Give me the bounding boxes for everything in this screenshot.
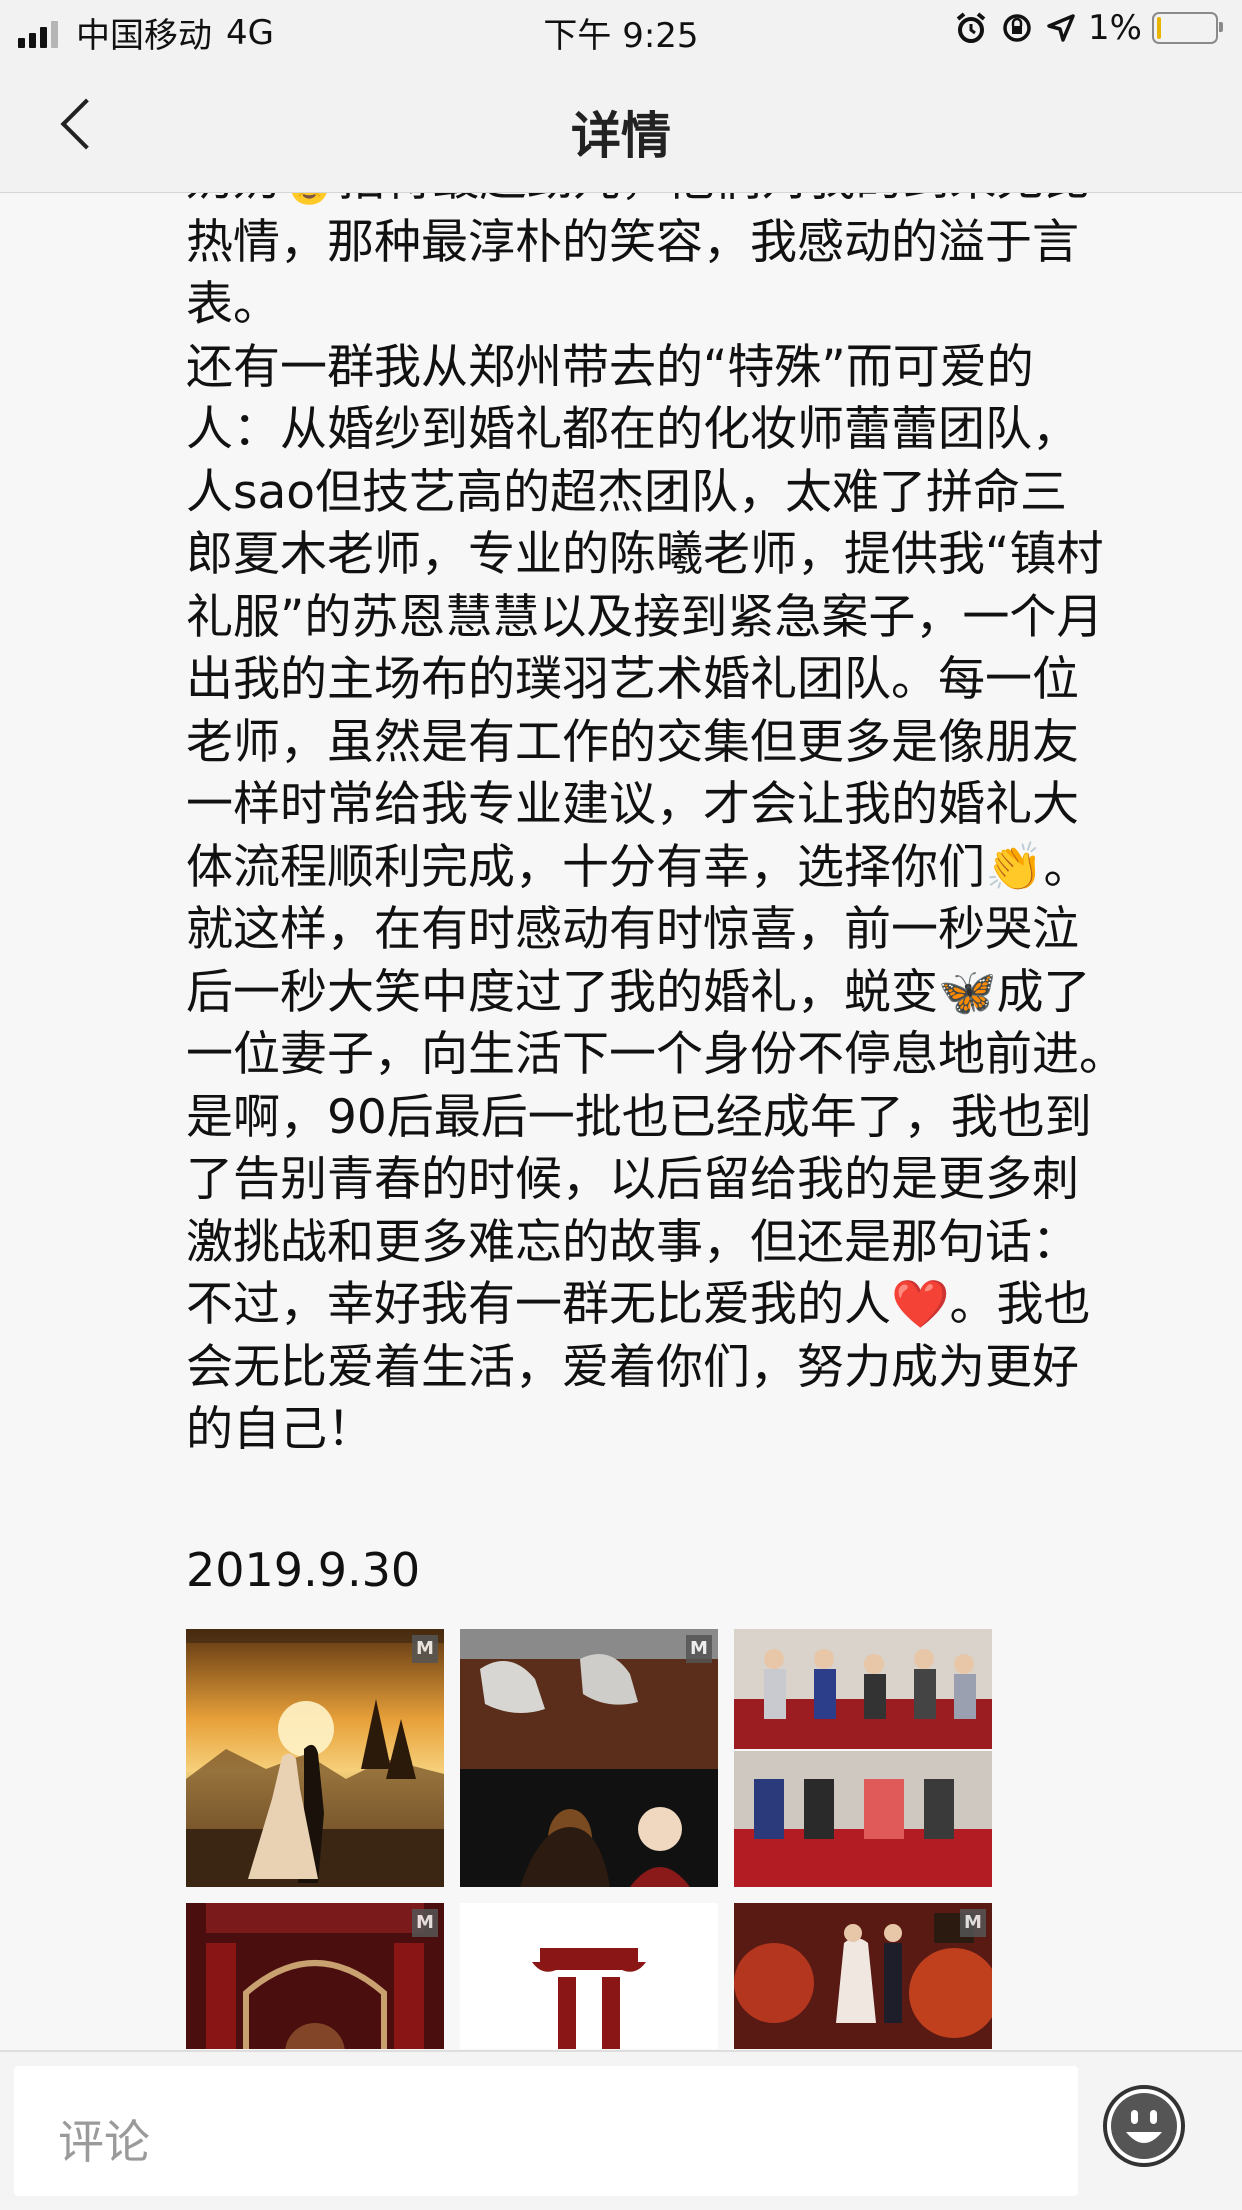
article-line: 就这样，在有时感动有时惊喜，前一秒哭泣 <box>186 902 1079 957</box>
alarm-icon <box>956 12 986 43</box>
article-line: 一样时常给我专业建议，才会让我的婚礼大 <box>186 777 1079 832</box>
article-line: 一位妻子，向生活下一个身份不停息地前进。 <box>186 1027 1126 1082</box>
post-content[interactable]: 奶奶👵招待最起劲儿，他们对我的到来无比 热情，那种最淳朴的笑容，我感动的溢于言 … <box>0 193 1242 2049</box>
page-title: 详情 <box>571 107 671 165</box>
article-line: 人：从婚纱到婚礼都在的化妆师蕾蕾团队， <box>186 402 1079 457</box>
family-ceremony-collage-photo[interactable] <box>734 1629 992 1887</box>
battery-percent: 1% <box>1088 8 1142 48</box>
watermark-badge: M <box>412 1909 438 1937</box>
article-line: 人sao但技艺高的超杰团队，太难了拼命三 <box>186 464 1068 520</box>
battery-level <box>1157 17 1161 39</box>
status-right: 1% <box>954 8 1223 48</box>
watermark-badge: M <box>412 1635 438 1663</box>
wedding-shoes-bride-photo[interactable]: M <box>460 1629 718 1887</box>
article-line: 了告别青春的时候，以后留给我的是更多刺 <box>186 1152 1079 1207</box>
article-line: 后一秒大笑中度过了我的婚礼，蜕变🦋成了 <box>186 964 1091 1020</box>
article-line: 的自己！ <box>186 1402 374 1457</box>
article-line: 还有一群我从郑州带去的“特殊”而可爱的 <box>186 339 1034 395</box>
sunset-couple-photo[interactable]: M <box>186 1629 444 1887</box>
article-line: 出我的主场布的璞羽艺术婚礼团队。每一位 <box>186 652 1079 707</box>
smiley-face-icon[interactable] <box>1102 2084 1186 2168</box>
article-line: 激挑战和更多难忘的故事，但还是那句话： <box>186 1214 1079 1270</box>
location-arrow-icon <box>1047 14 1075 42</box>
article-line: 老师，虽然是有工作的交集但更多是像朋友 <box>186 714 1079 770</box>
comment-input[interactable]: 评论 <box>14 2066 1078 2196</box>
article-line: 礼服”的苏恩慧慧以及接到紧急案子，一个月 <box>186 589 1104 645</box>
article-line: 会无比爱着生活，爱着你们，努力成为更好 <box>186 1339 1079 1395</box>
article-line: 郎夏木老师，专业的陈曦老师，提供我“镇村 <box>186 527 1104 582</box>
article-line: 奶奶👵招待最起劲儿，他们对我的到来无比 <box>186 193 1206 212</box>
rotation-lock-icon <box>1003 14 1031 42</box>
battery-icon <box>1152 12 1223 44</box>
pillar-logo-image[interactable] <box>460 1903 718 2049</box>
article-line: 热情，那种最淳朴的笑容，我感动的溢于言 <box>186 214 1079 270</box>
banquet-hall-photo[interactable]: M <box>734 1903 992 2049</box>
article-body: 奶奶👵招待最起劲儿，他们对我的到来无比 热情，那种最淳朴的笑容，我感动的溢于言 … <box>186 193 1206 1462</box>
article-line: 体流程顺利完成，十分有幸，选择你们👏。 <box>186 839 1091 895</box>
post-date: 2019.9.30 <box>186 1543 421 1597</box>
article-line: 表。 <box>186 277 280 332</box>
red-stage-photo[interactable]: M <box>186 1903 444 2049</box>
watermark-badge: M <box>686 1635 712 1663</box>
watermark-badge: M <box>960 1909 986 1937</box>
comment-placeholder: 评论 <box>58 2115 150 2169</box>
comment-bar: 评论 <box>0 2050 1242 2210</box>
article-line: 不过，幸好我有一群无比爱我的人❤️。我也 <box>186 1277 1091 1332</box>
nav-bar: 详情 <box>0 60 1242 193</box>
status-bar: 中国移动 4G 下午 9:25 1% <box>0 0 1242 60</box>
article-line: 是啊，90后最后一批也已经成年了，我也到 <box>186 1089 1092 1145</box>
